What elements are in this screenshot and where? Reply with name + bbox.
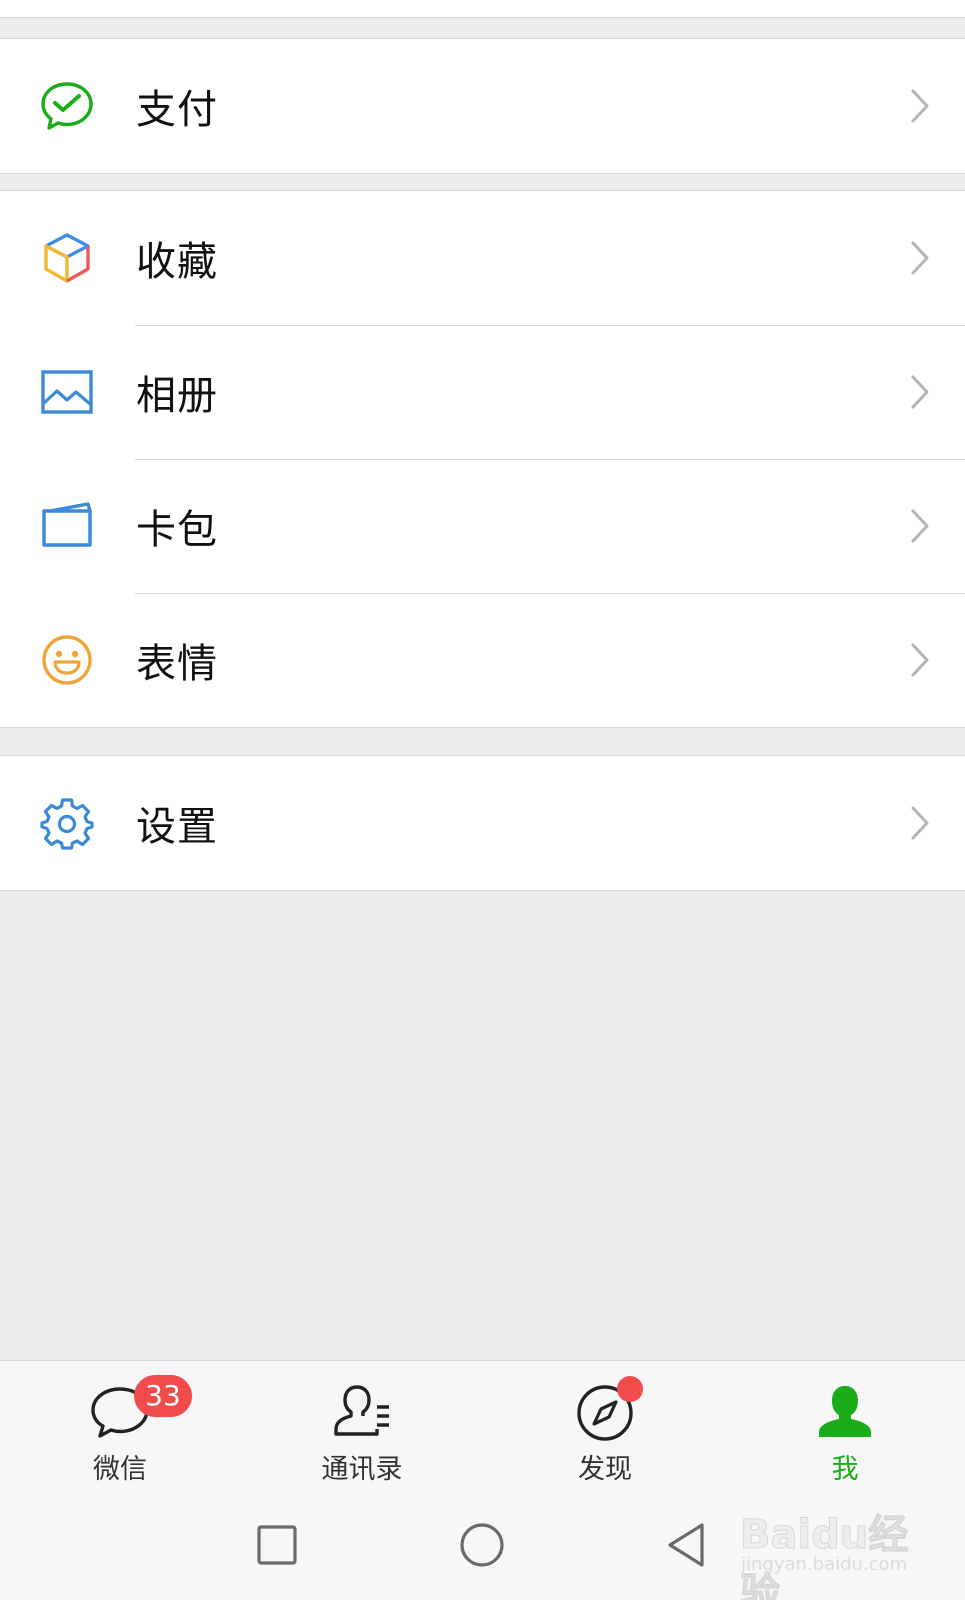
contacts-icon: [334, 1385, 389, 1436]
square-icon[interactable]: [252, 1520, 302, 1570]
chevron-right-icon: [911, 643, 929, 677]
top-strip: [0, 0, 965, 18]
image-icon: [41, 370, 93, 414]
chevron-right-icon: [911, 241, 929, 275]
gear-icon: [40, 798, 94, 850]
tab-contacts[interactable]: 通讯录: [292, 1361, 432, 1491]
content-group: 收藏 相册 卡包 表情: [0, 190, 965, 728]
menu-item-pay[interactable]: 支付: [0, 39, 965, 173]
pay-group: 支付: [0, 38, 965, 174]
new-indicator-dot: [617, 1376, 643, 1402]
bottom-tab-bar: 微信 33 通讯录 发现 我: [0, 1360, 965, 1490]
menu-item-label: 设置: [136, 804, 218, 850]
menu-item-label: 相册: [136, 373, 218, 419]
wechat-pay-icon: [41, 82, 93, 130]
menu-item-stickers[interactable]: 表情: [0, 593, 965, 727]
tab-label: 我: [831, 1454, 859, 1485]
tab-label: 微信: [93, 1454, 147, 1485]
settings-group: 设置: [0, 755, 965, 891]
watermark-logo: Baidu经验: [740, 1512, 909, 1600]
watermark-url: jingyan.baidu.com: [741, 1554, 908, 1575]
cube-icon: [44, 233, 90, 283]
menu-item-label: 表情: [136, 641, 218, 687]
tab-discover[interactable]: 发现: [535, 1361, 675, 1491]
tab-chats[interactable]: 微信 33: [50, 1361, 192, 1491]
circle-icon[interactable]: [457, 1520, 507, 1570]
tab-label: 发现: [578, 1454, 632, 1485]
menu-item-album[interactable]: 相册: [0, 325, 965, 459]
back-triangle-icon[interactable]: [662, 1520, 712, 1570]
tab-me[interactable]: 我: [775, 1361, 915, 1491]
person-icon: [819, 1386, 871, 1437]
menu-item-card-package[interactable]: 卡包: [0, 459, 965, 593]
menu-item-label: 收藏: [136, 239, 218, 285]
watermark: Baidu经验 jingyan.baidu.com: [735, 1502, 940, 1600]
smiley-icon: [42, 635, 92, 685]
card-icon: [42, 502, 92, 547]
menu-item-favorites[interactable]: 收藏: [0, 191, 965, 325]
chevron-right-icon: [911, 89, 929, 123]
tab-label: 通讯录: [321, 1454, 403, 1485]
chevron-right-icon: [911, 806, 929, 840]
menu-item-settings[interactable]: 设置: [0, 756, 965, 890]
unread-badge: 33: [134, 1375, 192, 1417]
menu-item-label: 支付: [136, 87, 218, 133]
menu-item-label: 卡包: [136, 507, 218, 553]
chevron-right-icon: [911, 375, 929, 409]
chevron-right-icon: [911, 509, 929, 543]
